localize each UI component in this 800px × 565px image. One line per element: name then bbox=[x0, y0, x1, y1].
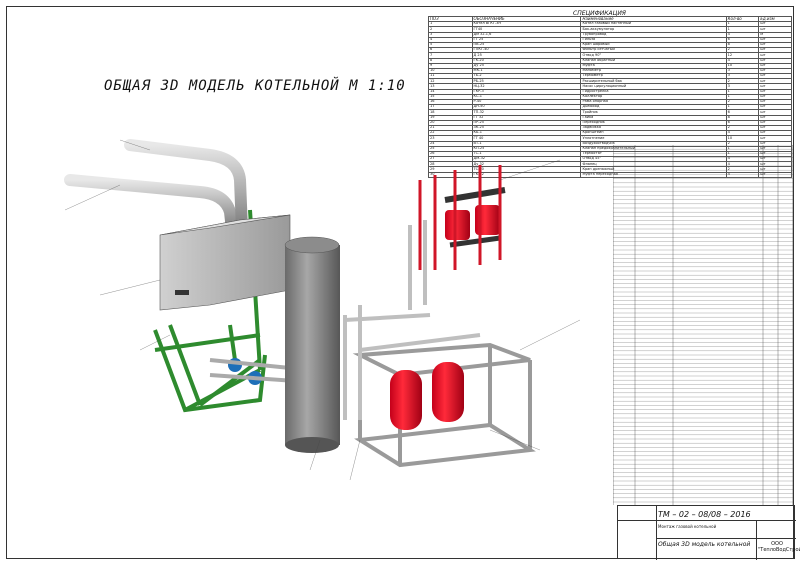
title-block: ТМ – 02 – 08/08 – 2016 Монтаж газовой ко… bbox=[617, 505, 800, 560]
drawing-sheet: ОБЩАЯ 3D МОДЕЛЬ КОТЕЛЬНОЙ М 1:10 СПЕЦИФИ… bbox=[0, 0, 800, 565]
project-description: Монтаж газовой котельной bbox=[658, 524, 717, 529]
circulation-pumps bbox=[418, 165, 506, 270]
specification-continuation bbox=[613, 145, 793, 505]
organization-name: ООО "ТеплоВодСтройМонтаж" bbox=[758, 541, 800, 553]
page-title: ОБЩАЯ 3D МОДЕЛЬ КОТЕЛЬНОЙ М 1:10 bbox=[104, 78, 406, 94]
drawing-code: ТМ – 02 – 08/08 – 2016 bbox=[658, 510, 751, 519]
gas-boiler bbox=[159, 214, 291, 311]
boiler-room-3d-model bbox=[64, 139, 581, 481]
sheet-name: Общая 3D модель котельной bbox=[658, 541, 751, 548]
chimney-pipes bbox=[64, 139, 248, 236]
storage-tank bbox=[284, 236, 340, 453]
